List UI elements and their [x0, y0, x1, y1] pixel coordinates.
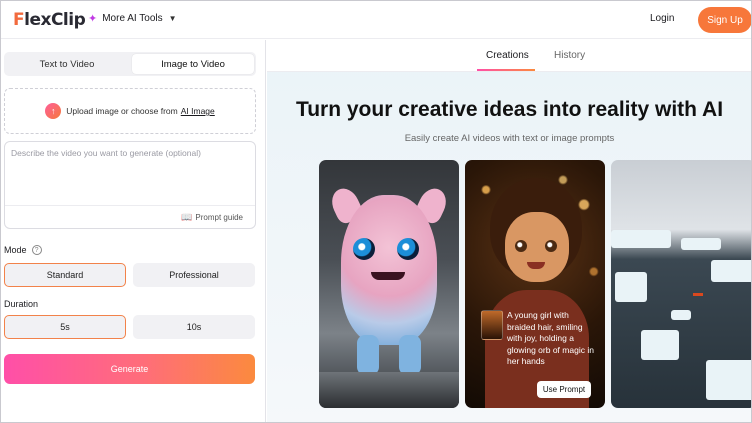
- mode-label-row: Mode ?: [4, 245, 42, 255]
- help-icon[interactable]: ?: [31, 245, 42, 255]
- book-icon: 📖: [181, 212, 193, 222]
- duration-5s-option[interactable]: 5s: [4, 315, 126, 339]
- logo-rest: lexClip: [24, 10, 86, 30]
- upload-text: Upload image or choose from: [66, 106, 178, 116]
- sparkle-icon: ✦: [88, 13, 98, 25]
- boat-image: [693, 293, 703, 296]
- prompt-input[interactable]: [11, 148, 249, 198]
- generator-panel: Text to Video Image to Video ↑ Upload im…: [1, 40, 266, 422]
- example-card-girl[interactable]: A young girl with braided hair, smiling …: [465, 160, 605, 408]
- hero-title: Turn your creative ideas into reality wi…: [295, 98, 724, 121]
- duration-10s-option[interactable]: 10s: [133, 315, 255, 339]
- tab-text-to-video[interactable]: Text to Video: [6, 54, 128, 74]
- use-prompt-button[interactable]: Use Prompt: [537, 381, 591, 398]
- prompt-guide-label: Prompt guide: [195, 213, 243, 222]
- prompt-guide-button[interactable]: 📖 Prompt guide: [181, 212, 243, 223]
- mode-standard-option[interactable]: Standard: [4, 263, 126, 287]
- creature-image: [341, 195, 437, 345]
- prompt-divider: [5, 205, 255, 206]
- chevron-down-icon: ▼: [168, 14, 177, 23]
- generate-button[interactable]: Generate: [4, 354, 255, 384]
- upload-icon: ↑: [45, 103, 62, 119]
- example-card-creature[interactable]: [319, 160, 459, 408]
- duration-label: Duration: [4, 299, 39, 309]
- results-tabs: Creations History: [267, 40, 751, 72]
- top-header: FlexClip ✦ More AI Tools ▼ Login Sign Up: [1, 1, 751, 39]
- flexclip-logo[interactable]: FlexClip: [13, 9, 86, 31]
- tab-image-to-video[interactable]: Image to Video: [132, 54, 254, 74]
- login-link[interactable]: Login: [650, 13, 674, 24]
- app-window: FlexClip ✦ More AI Tools ▼ Login Sign Up…: [0, 0, 752, 423]
- tab-history[interactable]: History: [554, 50, 585, 61]
- card-caption: A young girl with braided hair, smiling …: [507, 310, 594, 366]
- ai-image-link[interactable]: AI Image: [181, 106, 215, 116]
- source-tabs: Text to Video Image to Video: [4, 52, 256, 76]
- more-ai-tools-menu[interactable]: ✦ More AI Tools ▼: [88, 12, 177, 25]
- logo-f: F: [13, 10, 25, 30]
- hero-subtitle: Easily create AI videos with text or ima…: [404, 133, 615, 144]
- tab-creations[interactable]: Creations: [486, 50, 529, 61]
- upload-image-dropzone[interactable]: ↑ Upload image or choose from AI Image: [4, 88, 256, 134]
- mode-professional-option[interactable]: Professional: [133, 263, 255, 287]
- prompt-box: 📖 Prompt guide: [4, 141, 256, 229]
- mode-label: Mode: [4, 245, 27, 255]
- showcase-panel: Creations History Turn your creative ide…: [267, 40, 751, 422]
- source-thumbnail: [481, 310, 503, 340]
- signup-button[interactable]: Sign Up: [698, 7, 751, 33]
- example-card-icebergs[interactable]: [611, 160, 751, 408]
- more-ai-tools-label: More AI Tools: [102, 13, 163, 24]
- active-tab-indicator: [477, 69, 535, 71]
